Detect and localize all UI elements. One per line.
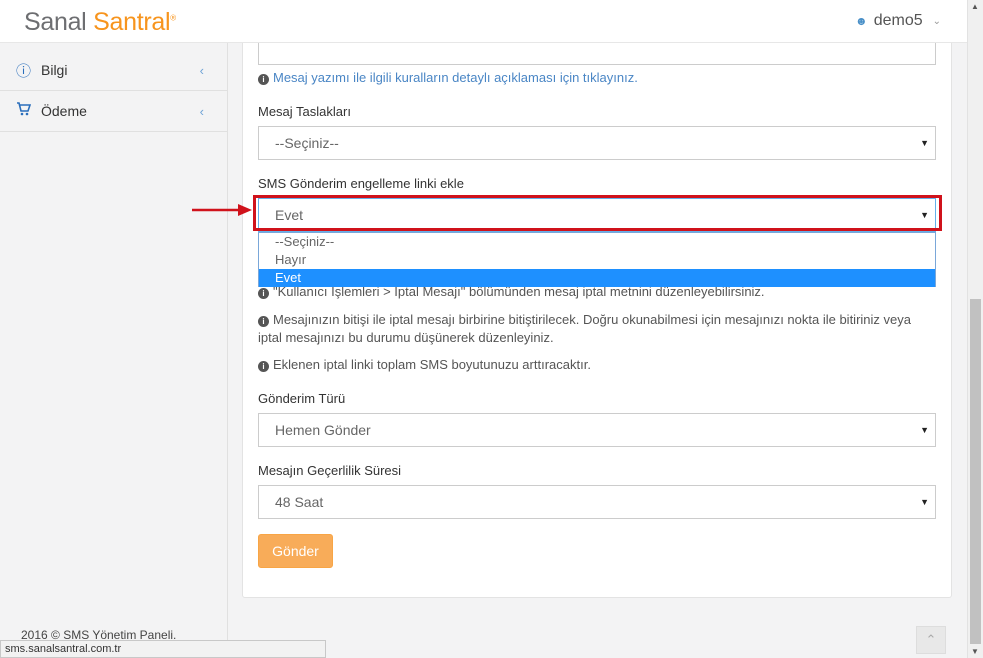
- unsubscribe-label: SMS Gönderim engelleme linki ekle: [258, 176, 464, 191]
- info-icon: i: [258, 316, 269, 327]
- rules-link[interactable]: i Mesaj yazımı ile ilgili kuralların deta…: [258, 69, 938, 87]
- option-seciniz[interactable]: --Seçiniz--: [259, 233, 935, 251]
- scroll-up-arrow-icon[interactable]: ▲: [971, 2, 979, 11]
- browser-status-bar: sms.sanalsantral.com.tr: [0, 640, 326, 658]
- logo[interactable]: Sanal Santral®: [24, 8, 176, 37]
- logo-registered-mark: ®: [170, 13, 176, 23]
- rules-link-text: Mesaj yazımı ile ilgili kuralların detay…: [273, 70, 638, 85]
- scrollbar-thumb[interactable]: [970, 299, 981, 644]
- templates-select-value: --Seçiniz--: [275, 135, 339, 151]
- templates-label: Mesaj Taslakları: [258, 104, 351, 119]
- top-navbar: Sanal Santral® ☻ demo5 ⌄: [0, 0, 967, 43]
- user-icon: ☻: [855, 14, 868, 28]
- dropdown-arrow-icon: ▼: [920, 425, 929, 435]
- option-evet[interactable]: Evet: [259, 269, 935, 287]
- validity-label: Mesajın Geçerlilik Süresi: [258, 463, 402, 478]
- send-type-label: Gönderim Türü: [258, 391, 346, 406]
- dropdown-arrow-icon: ▼: [920, 210, 929, 220]
- user-name: demo5: [873, 12, 923, 29]
- cart-icon: [16, 102, 41, 120]
- unsubscribe-select-value: Evet: [275, 207, 304, 223]
- submit-button[interactable]: Gönder: [258, 534, 333, 568]
- dropdown-arrow-icon: ▼: [920, 138, 929, 148]
- sidebar-item-bilgi[interactable]: ⓘ Bilgi ‹: [0, 50, 228, 91]
- sidebar-item-label: Bilgi: [41, 62, 68, 78]
- dropdown-arrow-icon: ▼: [920, 497, 929, 507]
- unsubscribe-dropdown-list: --Seçiniz-- Hayır Evet: [258, 232, 936, 287]
- scroll-to-top-button[interactable]: ⌃: [916, 626, 946, 654]
- info-note: i Eklenen iptal linki toplam SMS boyutunu…: [258, 356, 938, 374]
- info-icon: i: [258, 288, 269, 299]
- send-type-select[interactable]: Hemen Gönder ▼: [258, 413, 936, 447]
- user-menu[interactable]: ☻ demo5 ⌄: [855, 12, 941, 30]
- validity-select-value: 48 Saat: [275, 494, 324, 510]
- info-note-text: Mesajınızın bitişi ile iptal mesajı birb…: [258, 312, 911, 345]
- unsubscribe-select[interactable]: Evet ▼: [258, 198, 936, 232]
- templates-select[interactable]: --Seçiniz-- ▼: [258, 126, 936, 160]
- sidebar-item-label: Ödeme: [41, 103, 87, 119]
- sidebar: ⓘ Bilgi ‹ Ödeme ‹ 2016 © SMS Yönetim Pan…: [0, 0, 228, 658]
- logo-text-santral: Santral: [93, 8, 171, 36]
- info-icon: i: [258, 361, 269, 372]
- chevron-left-icon: ‹: [199, 103, 204, 119]
- red-arrow-annotation: [192, 204, 252, 216]
- info-circle-icon: ⓘ: [16, 62, 32, 80]
- page-scrollbar[interactable]: ▲ ▼: [967, 0, 983, 658]
- sidebar-item-odeme[interactable]: Ödeme ‹: [0, 91, 228, 132]
- chevron-down-icon: ⌄: [932, 15, 941, 27]
- logo-text-sanal: Sanal: [24, 8, 87, 36]
- option-hayir[interactable]: Hayır: [259, 251, 935, 269]
- validity-select[interactable]: 48 Saat ▼: [258, 485, 936, 519]
- scroll-down-arrow-icon[interactable]: ▼: [971, 647, 979, 656]
- chevron-left-icon: ‹: [199, 62, 204, 78]
- info-note-text: Eklenen iptal linki toplam SMS boyutunuz…: [273, 357, 591, 372]
- info-note: i Mesajınızın bitişi ile iptal mesajı bir…: [258, 311, 938, 347]
- info-icon: i: [258, 74, 269, 85]
- send-type-select-value: Hemen Gönder: [275, 422, 371, 438]
